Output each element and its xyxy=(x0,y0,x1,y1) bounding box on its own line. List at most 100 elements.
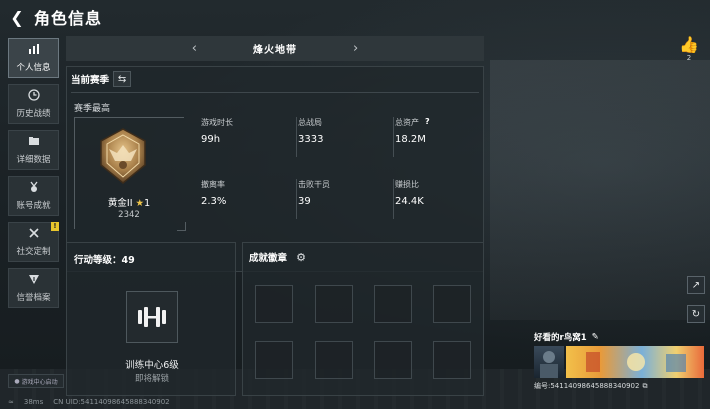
main-panel: ‹ 烽火地带 › 当前赛季 ⇆ 赛季最高 黄金II ★1 2342 游戏时长 9… xyxy=(66,36,484,396)
stat-key: 游戏时长 xyxy=(201,118,233,127)
stat-value: 99h xyxy=(201,134,221,145)
medal-icon xyxy=(28,181,40,196)
status-bar: ≈ 38ms CN UID:541140986458883409​02 xyxy=(8,398,170,406)
stat-total-assets: 总资产? 18.2M xyxy=(393,117,485,157)
training-center-icon xyxy=(126,291,178,343)
notification-badge: ! xyxy=(51,222,59,231)
nav-item-label: 历史战绩 xyxy=(16,109,51,119)
badge-slot[interactable] xyxy=(315,285,353,323)
badge-slot[interactable] xyxy=(374,285,412,323)
divider xyxy=(393,179,394,219)
nav-item-label: 信誉档案 xyxy=(16,293,51,303)
action-level-card[interactable]: 行动等级：49 训练中心6级 即将解锁 xyxy=(66,242,236,396)
nav-item-social-custom[interactable]: ! 社交定制 xyxy=(8,222,59,262)
tools-icon xyxy=(28,227,40,242)
refresh-button[interactable]: ↻ xyxy=(687,305,705,323)
header: ❮ 角色信息 xyxy=(8,6,103,29)
nav-item-achievements[interactable]: 账号成就 xyxy=(8,176,59,216)
folder-icon xyxy=(28,135,40,150)
action-level-status: 即将解锁 xyxy=(134,374,169,384)
badge-slot[interactable] xyxy=(315,341,353,379)
current-season-header: 当前赛季 ⇆ xyxy=(71,71,132,87)
prev-arrow-icon[interactable]: ‹ xyxy=(192,41,197,56)
next-arrow-icon[interactable]: › xyxy=(353,41,358,56)
stat-extract-rate: 撤离率 2.3% xyxy=(201,179,291,215)
nav-item-label: 详细数据 xyxy=(16,155,51,165)
player-id: 编号:541140986458883409​02 xyxy=(534,382,640,390)
stat-key: 击败干员 xyxy=(298,180,330,189)
stat-kills: 击败干员 39 xyxy=(296,179,388,219)
wifi-icon: ≈ xyxy=(8,398,14,406)
nav-item-label: 社交定制 xyxy=(16,247,51,257)
back-arrow-icon[interactable]: ❮ xyxy=(8,8,26,27)
edit-pencil-icon[interactable]: ✎ xyxy=(592,332,599,342)
badge-slot[interactable] xyxy=(374,341,412,379)
player-card: 好看的r鸟窝1 ✎ 编号:541140986458883409​02 ⧉ xyxy=(534,331,704,391)
stat-total-matches: 总战局 3333 xyxy=(296,117,388,157)
stat-value: 18.2M xyxy=(395,134,426,145)
season-stats: 游戏时长 99h 总战局 3333 总资产? 18.2M 撤离率 2.3% 击败… xyxy=(201,117,481,233)
player-images xyxy=(534,346,704,378)
rank-points: 2342 xyxy=(118,210,140,220)
achievement-badges-card: 成就徽章 ⚙ xyxy=(242,242,484,396)
user-icon: ● xyxy=(14,377,20,385)
swap-icon: ⇆ xyxy=(117,73,127,85)
page-title: 角色信息 xyxy=(34,9,103,28)
mode-name: 烽火地带 xyxy=(253,45,297,56)
game-center-launch-button[interactable]: ● 游戏中心启动 xyxy=(8,374,64,388)
divider xyxy=(393,117,394,157)
rank-medal-icon xyxy=(100,128,146,184)
season-best-label: 赛季最高 xyxy=(74,104,111,114)
nav-item-personal-info[interactable]: 个人信息 xyxy=(8,38,59,78)
ping-value: 38ms xyxy=(23,398,44,406)
stat-key: 总资产? xyxy=(395,117,430,128)
like-button[interactable]: 👍 2 xyxy=(678,35,700,63)
player-name: 好看的r鸟窝1 xyxy=(534,333,587,343)
rank-tier: 黄金II xyxy=(107,198,133,209)
game-center-label: 游戏中心启动 xyxy=(21,378,58,386)
badge-slot[interactable] xyxy=(433,285,471,323)
profile-banner[interactable] xyxy=(566,346,704,378)
nav-item-detail-data[interactable]: 详细数据 xyxy=(8,130,59,170)
side-nav: 个人信息 历史战绩 详细数据 账号成就 ! 社交定制 信誉档案 xyxy=(8,38,60,314)
stat-key: 撤离率 xyxy=(201,180,225,189)
rank-stars: 1 xyxy=(144,198,151,209)
star-icon: ★ xyxy=(135,198,145,209)
badge-slot[interactable] xyxy=(255,285,293,323)
bar-chart-icon xyxy=(28,43,40,58)
action-level-title: 行动等级：49 xyxy=(74,255,135,266)
stat-play-time: 游戏时长 99h xyxy=(201,117,291,153)
rank-name: 黄金II ★1 xyxy=(74,195,184,209)
divider xyxy=(296,117,297,157)
share-button[interactable]: ↗ xyxy=(687,276,705,294)
nav-item-history[interactable]: 历史战绩 xyxy=(8,84,59,124)
clock-icon xyxy=(27,89,40,104)
swap-season-button[interactable]: ⇆ xyxy=(113,71,132,87)
stat-value: 3333 xyxy=(298,134,324,145)
nav-item-label: 账号成就 xyxy=(16,201,51,211)
current-season-label: 当前赛季 xyxy=(71,75,110,86)
stat-value: 24.4K xyxy=(395,196,424,207)
uid-text: CN UID:541140986458883409​02 xyxy=(53,398,170,406)
background-room-light xyxy=(490,60,710,320)
stat-key: 总战局 xyxy=(298,118,322,127)
achievement-label: 成就徽章 xyxy=(249,253,288,264)
badge-slot[interactable] xyxy=(255,341,293,379)
refresh-icon: ↻ xyxy=(691,308,701,320)
gear-icon[interactable]: ⚙ xyxy=(293,249,309,265)
nav-item-credit-file[interactable]: 信誉档案 xyxy=(8,268,59,308)
stat-value: 2.3% xyxy=(201,196,227,207)
help-icon[interactable]: ? xyxy=(425,117,430,128)
thumbs-up-icon: 👍 xyxy=(679,35,699,54)
achievement-header: 成就徽章 ⚙ xyxy=(249,249,309,265)
share-icon: ↗ xyxy=(691,279,701,291)
avatar[interactable] xyxy=(534,346,564,378)
divider xyxy=(71,92,479,93)
action-level-name: 训练中心6级 xyxy=(125,360,179,371)
player-name-row: 好看的r鸟窝1 ✎ xyxy=(534,331,704,343)
badge-slot[interactable] xyxy=(433,341,471,379)
copy-icon[interactable]: ⧉ xyxy=(642,382,647,391)
divider xyxy=(296,179,297,219)
stat-profit-ratio: 赚损比 24.4K xyxy=(393,179,485,219)
player-id-row: 编号:541140986458883409​02 ⧉ xyxy=(534,381,704,391)
